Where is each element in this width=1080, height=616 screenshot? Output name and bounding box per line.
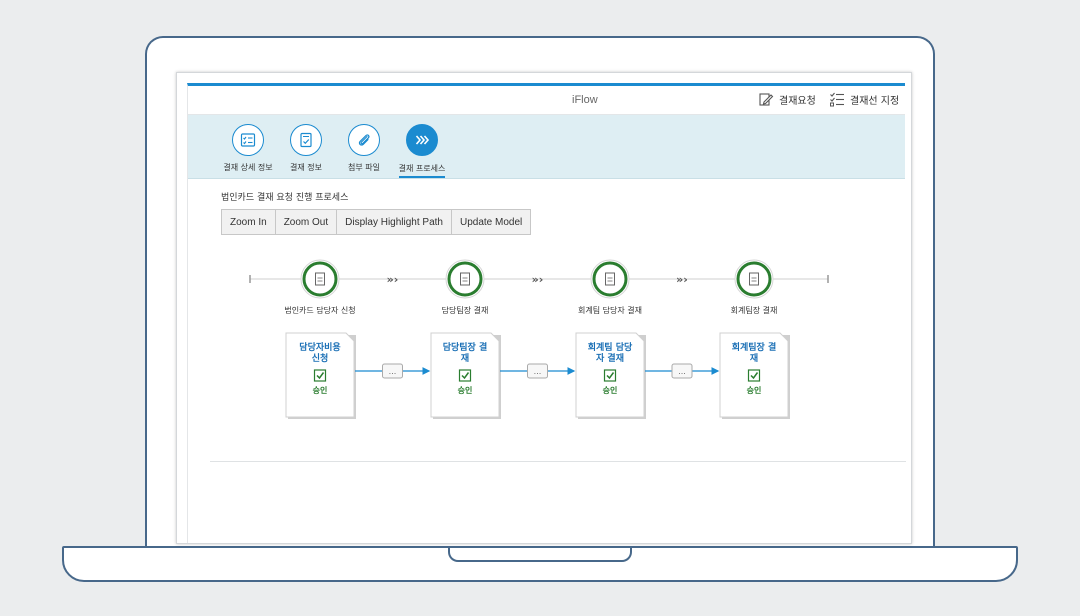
connector-label: ... (534, 367, 542, 376)
timeline-chevrons-icon: »› (676, 273, 688, 286)
zoom-out-button[interactable]: Zoom Out (274, 209, 338, 235)
check-icon (313, 369, 327, 382)
stage-label: 회계팀장 결재 (731, 305, 778, 315)
display-highlight-path-button[interactable]: Display Highlight Path (336, 209, 452, 235)
tab-attachments[interactable]: 첨부 파일 (334, 124, 394, 173)
tab-label: 첨부 파일 (348, 163, 380, 172)
tab-icon-circle (232, 124, 264, 156)
stage-node[interactable] (736, 261, 772, 297)
update-model-button[interactable]: Update Model (450, 209, 532, 235)
tab-approval-info[interactable]: 결재 정보 (276, 124, 336, 173)
tab-bar: 결재 상세 정보 결재 정보 첨부 파일 결재 프로세스 (188, 115, 905, 179)
stage-label: 회계팀 담당자 결재 (578, 305, 642, 315)
tab-icon-circle (290, 124, 322, 156)
task-status: 승인 (603, 385, 618, 395)
timeline-chevrons-icon: »› (387, 273, 399, 286)
task-card-title: 재 (461, 352, 469, 364)
task-card-title: 담당팀장 결 (443, 341, 488, 353)
top-bar: iFlow 결재요청 결재선 지정 (188, 86, 905, 115)
check-icon (747, 369, 761, 382)
paperclip-icon (358, 134, 370, 146)
timeline-chevrons-icon: »› (532, 273, 544, 286)
checklist-icon (830, 92, 844, 107)
stage-node[interactable] (302, 261, 338, 297)
task-card-title: 회계팀장 결 (732, 341, 777, 353)
edit-icon (759, 93, 774, 106)
chevrons-right-icon (415, 135, 430, 145)
check-icon (458, 369, 472, 382)
tab-label: 결재 프로세스 (398, 163, 446, 178)
app-window: iFlow 결재요청 결재선 지정 결재 상세 정보 결재 정보 첨부 파일 결… (187, 83, 906, 543)
check-icon (603, 369, 617, 382)
process-diagram: 법인카드 담당자 신청담당자비용신청승인»›...담당팀장 결재담당팀장 결재승… (249, 259, 829, 419)
tab-label: 결재 상세 정보 (223, 163, 273, 172)
stage-label: 담당팀장 결재 (442, 305, 489, 315)
divider (210, 461, 906, 462)
tab-label: 결재 정보 (290, 163, 322, 172)
task-status: 승인 (458, 385, 473, 395)
connector-label: ... (678, 367, 686, 376)
laptop-screen: iFlow 결재요청 결재선 지정 결재 상세 정보 결재 정보 첨부 파일 결… (176, 72, 912, 544)
tab-approval-detail[interactable]: 결재 상세 정보 (218, 124, 278, 173)
task-card-title: 담당자비용 (299, 341, 340, 353)
stage-label: 법인카드 담당자 신청 (284, 305, 355, 315)
approval-line-button[interactable]: 결재선 지정 (829, 91, 899, 107)
task-card-title: 자 결재 (596, 352, 624, 364)
task-card-title: 회계팀 담당 (588, 341, 633, 353)
process-panel: 법인카드 결재 요청 진행 프로세스 Zoom In Zoom Out Disp… (188, 179, 906, 543)
approval-request-button[interactable]: 결재요청 (758, 91, 816, 107)
tab-icon-circle (406, 124, 438, 156)
laptop-notch (448, 548, 632, 562)
approval-line-label: 결재선 지정 (850, 95, 900, 107)
stage-node[interactable] (592, 261, 628, 297)
tab-icon-circle (348, 124, 380, 156)
task-card-title: 재 (750, 352, 758, 364)
approval-request-label: 결재요청 (779, 95, 816, 107)
checklist-icon (240, 133, 256, 147)
app-title: iFlow (572, 94, 598, 106)
process-title: 법인카드 결재 요청 진행 프로세스 (221, 193, 349, 203)
tab-approval-process[interactable]: 결재 프로세스 (392, 124, 452, 178)
connector-label: ... (389, 367, 397, 376)
zoom-in-button[interactable]: Zoom In (221, 209, 276, 235)
task-card-title: 신청 (312, 352, 329, 364)
task-status: 승인 (747, 385, 762, 395)
task-status: 승인 (313, 385, 328, 395)
document-check-icon (300, 132, 312, 148)
diagram-toolbar: Zoom In Zoom Out Display Highlight Path … (221, 209, 532, 235)
stage-node[interactable] (447, 261, 483, 297)
